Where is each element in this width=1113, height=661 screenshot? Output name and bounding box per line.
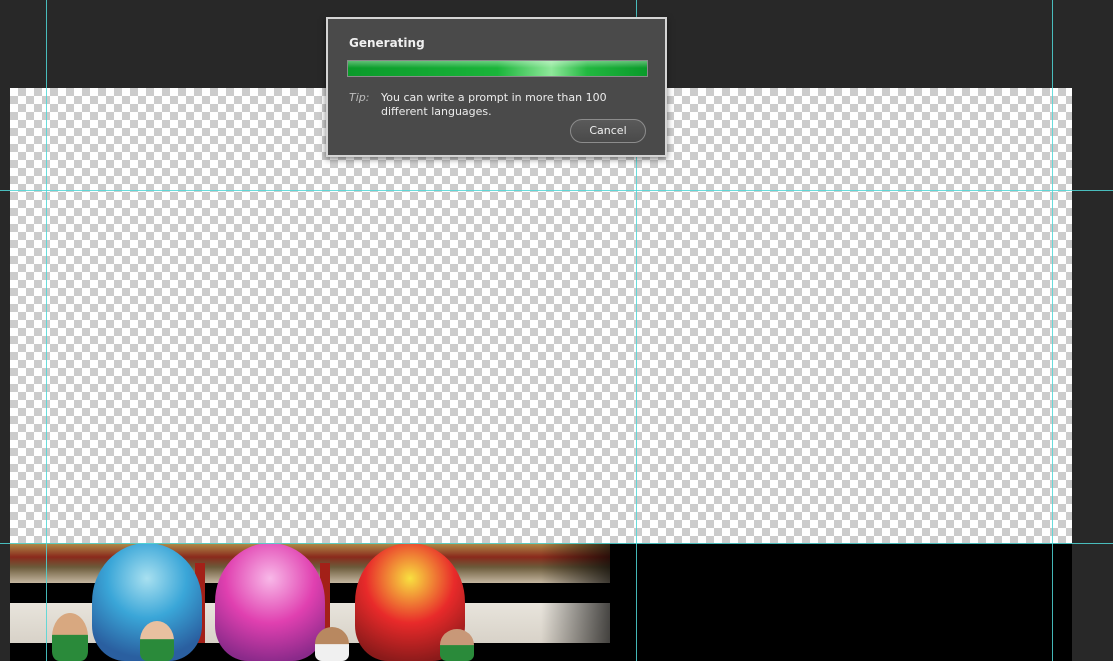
progress-bar-fill (348, 61, 647, 76)
workspace: Generating Tip: You can write a prompt i… (0, 0, 1113, 661)
dialog-title: Generating (349, 36, 425, 50)
guide-vertical[interactable] (46, 0, 47, 661)
generating-dialog: Generating Tip: You can write a prompt i… (326, 17, 667, 157)
document-canvas[interactable] (10, 88, 1072, 661)
guide-horizontal[interactable] (0, 190, 1113, 191)
guide-horizontal[interactable] (0, 543, 1113, 544)
lion-dance-photo (10, 543, 1072, 661)
progress-bar (347, 60, 648, 77)
photo-fade-overlay (10, 543, 1072, 661)
tip-text: You can write a prompt in more than 100 … (381, 91, 607, 118)
cancel-button[interactable]: Cancel (570, 119, 646, 143)
guide-vertical[interactable] (1052, 0, 1053, 661)
tip-label: Tip: (349, 91, 370, 104)
